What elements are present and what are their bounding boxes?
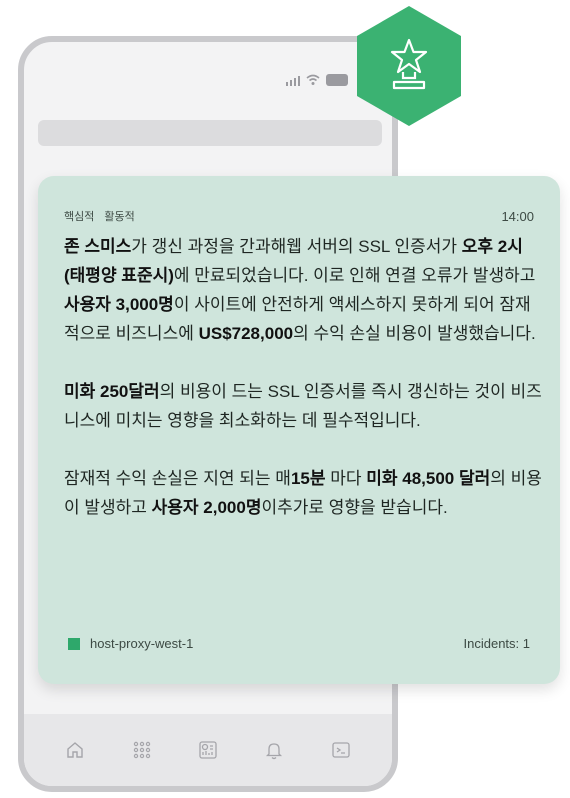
message-highlight: US$728,000 [198, 324, 294, 343]
incident-message: 존 스미스가 갱신 과정을 간과해웹 서버의 SSL 인증서가 오후 2시(태평… [64, 232, 544, 522]
home-icon[interactable] [63, 738, 87, 762]
search-bar[interactable] [38, 120, 382, 146]
terminal-icon[interactable] [329, 738, 353, 762]
host-status-indicator [68, 637, 80, 650]
message-highlight: 15분 [290, 469, 326, 488]
message-paragraph: 미화 250달러의 비용이 드는 SSL 인증서를 즉시 갱신하는 것이 비즈니… [64, 377, 544, 435]
message-text: 가 갱신 과정을 간과해웹 서버의 SSL 인증서가 [131, 237, 462, 256]
timestamp: 14:00 [501, 208, 534, 224]
battery-icon [326, 74, 348, 86]
bell-icon[interactable] [262, 738, 286, 762]
host-label: host-proxy-west-1 [68, 636, 193, 651]
card-header: 핵심적 활동적 14:00 [64, 208, 534, 224]
trophy-star-icon [357, 6, 461, 126]
message-paragraph: 존 스미스가 갱신 과정을 간과해웹 서버의 SSL 인증서가 오후 2시(태평… [64, 232, 544, 348]
message-highlight: 사용자 3,000명 [64, 295, 174, 314]
tab-bar [24, 714, 392, 786]
signal-icon [286, 74, 300, 86]
host-name: host-proxy-west-1 [90, 636, 194, 651]
card-footer: host-proxy-west-1 Incidents: 1 [68, 636, 530, 651]
message-highlight: 미화 250달러 [64, 382, 160, 401]
tag: 핵심적 [64, 211, 95, 223]
dashboard-icon[interactable] [196, 738, 220, 762]
message-text: 마다 [325, 469, 367, 488]
tag: 활동적 [104, 211, 135, 223]
status-bar [286, 74, 348, 86]
message-text: 잠재적 수익 손실은 지연 되는 매 [64, 469, 291, 488]
message-text: 의 수익 손실 비용이 발생했습니다. [293, 324, 536, 343]
message-text: 이추가로 영향을 받습니다. [261, 498, 448, 517]
incident-card[interactable]: 핵심적 활동적 14:00 존 스미스가 갱신 과정을 간과해웹 서버의 SSL… [38, 176, 560, 684]
message-highlight: 미화 48,500 달러 [366, 469, 491, 488]
tag-list: 핵심적 활동적 [64, 208, 135, 224]
apps-grid-icon[interactable] [130, 738, 154, 762]
message-highlight: 존 스미스 [64, 237, 132, 256]
wifi-icon [306, 74, 320, 85]
message-paragraph: 잠재적 수익 손실은 지연 되는 매15분 마다 미화 48,500 달러의 비… [64, 464, 544, 522]
message-highlight: 사용자 2,000명 [151, 498, 262, 517]
message-text: 에 만료되었습니다. 이로 인해 연결 오류가 발생하고 [173, 266, 536, 285]
incident-count: Incidents: 1 [463, 636, 531, 651]
